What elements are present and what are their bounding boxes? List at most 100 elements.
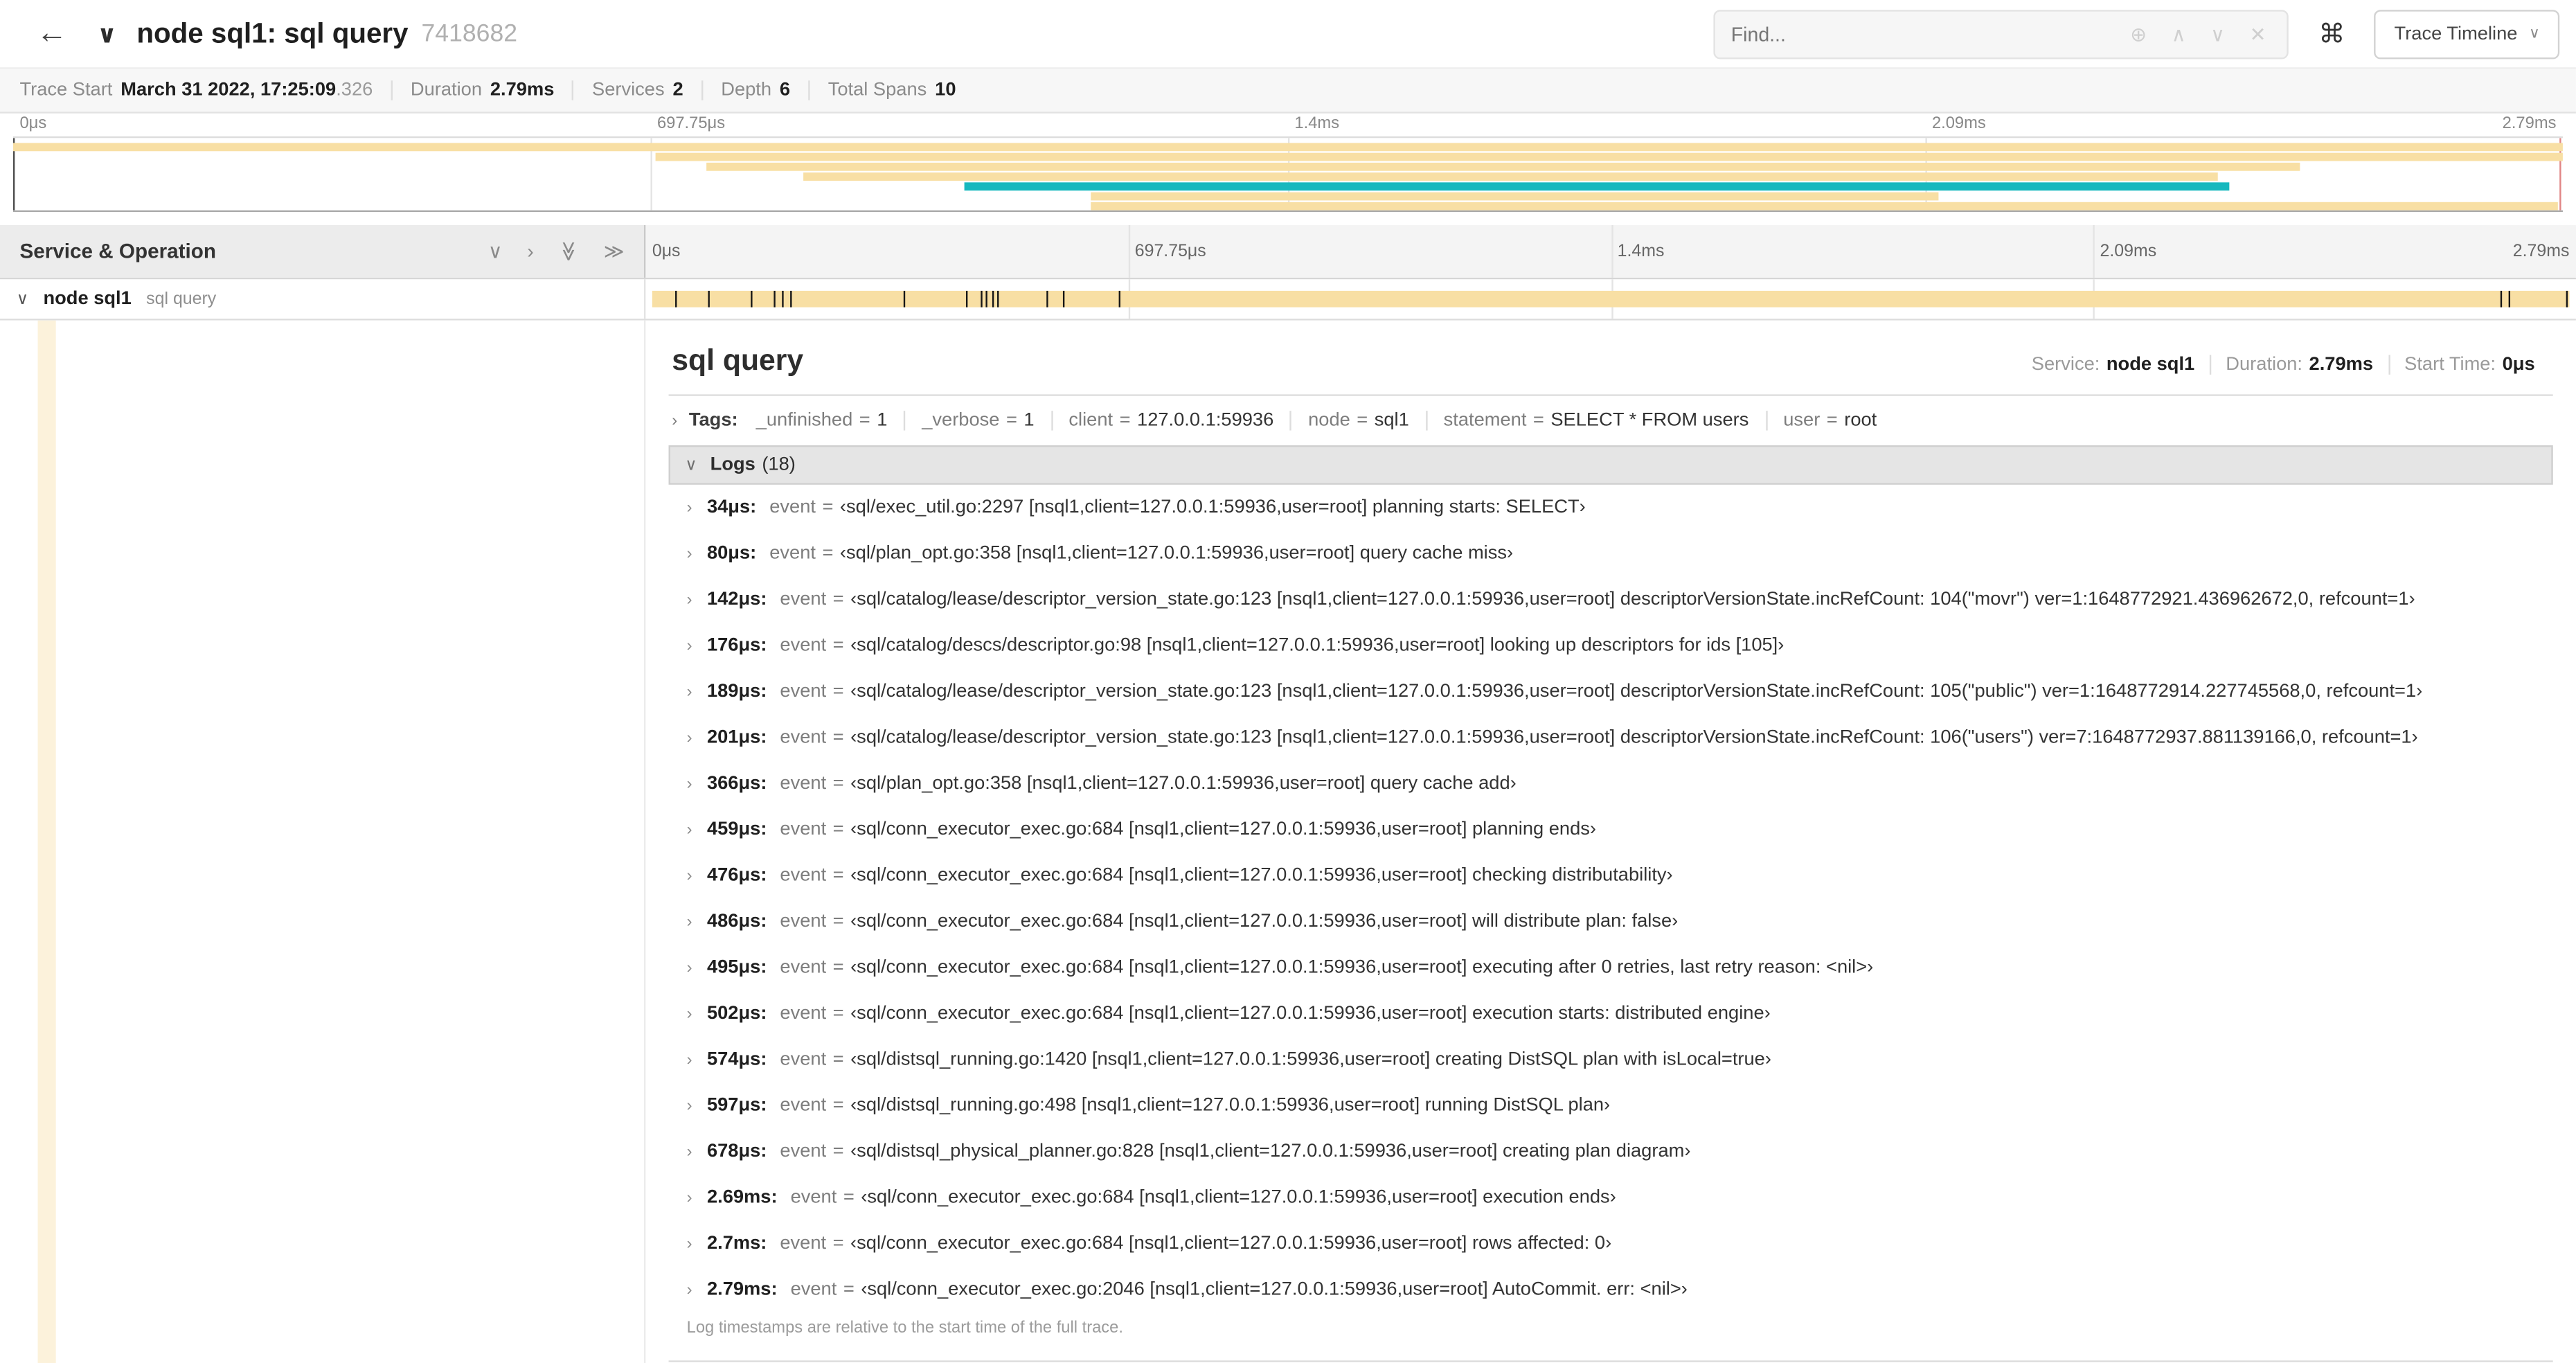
chevron-down-icon: ∨ bbox=[2529, 24, 2540, 42]
log-field-value: ‹sql/conn_executor_exec.go:684 [nsql1,cl… bbox=[850, 819, 1597, 839]
tags-accordion[interactable]: › Tags: _unfinished = 1 _verbose = 1 client = 12… bbox=[669, 396, 2553, 445]
meta-service-value: node sql1 bbox=[2106, 355, 2195, 375]
minimap-span-bar bbox=[12, 143, 2563, 152]
find-nav-icons: ⊕ ∧ ∨ ✕ bbox=[2109, 22, 2287, 45]
logs-footer-note: Log timestamps are relative to the start… bbox=[686, 1319, 1123, 1338]
log-row[interactable]: › 486μs: event = ‹sql/conn_executor_exec.go:… bbox=[669, 899, 2553, 945]
tag-key: client bbox=[1068, 411, 1113, 431]
log-timestamp: 80μs: bbox=[706, 543, 757, 563]
log-row[interactable]: › 495μs: event = ‹sql/conn_executor_exec.go:… bbox=[669, 945, 2553, 990]
log-marker-tick bbox=[790, 290, 792, 308]
log-fields: event = ‹sql/conn_executor_exec.go:684 [ns… bbox=[780, 956, 1873, 979]
collapse-all-icon[interactable]: ≫ bbox=[557, 241, 580, 262]
summary-label: Trace Start bbox=[19, 80, 113, 100]
search-focus-icon[interactable]: ⊕ bbox=[2130, 22, 2147, 45]
span-bar-track[interactable] bbox=[645, 279, 2576, 319]
log-row-chevron-icon: › bbox=[686, 729, 692, 747]
back-arrow-icon[interactable]: ← bbox=[26, 14, 78, 53]
timeline-gridline bbox=[2093, 225, 2095, 278]
log-fields: event = ‹sql/catalog/lease/descriptor_vers… bbox=[780, 587, 2415, 610]
log-field-key: event bbox=[780, 1233, 827, 1253]
summary-label: Services bbox=[591, 80, 665, 100]
next-match-icon[interactable]: ∨ bbox=[2210, 22, 2225, 45]
log-row[interactable]: › 80μs: event = ‹sql/plan_opt.go:358 [nsql1,… bbox=[669, 531, 2553, 576]
log-row[interactable]: › 459μs: event = ‹sql/conn_executor_exec.go:… bbox=[669, 807, 2553, 853]
log-row[interactable]: › 189μs: event = ‹sql/catalog/lease/descript… bbox=[669, 669, 2553, 715]
topbar-actions: ⊕ ∧ ∨ ✕ ⌘ Trace Timeline ∨ bbox=[1712, 9, 2560, 59]
logs-accordion-header[interactable]: ∨ Logs (18) bbox=[668, 445, 2553, 485]
clear-search-icon[interactable]: ✕ bbox=[2250, 22, 2266, 45]
summary-value: 10 bbox=[935, 80, 956, 100]
log-row[interactable]: › 2.7ms: event = ‹sql/conn_executor_exec.go:… bbox=[669, 1221, 2553, 1267]
span-collapse-chevron-icon[interactable]: ∨ bbox=[17, 290, 28, 308]
collapse-one-icon[interactable]: ∨ bbox=[488, 242, 503, 261]
log-timestamp: 2.79ms: bbox=[706, 1279, 778, 1299]
log-field-value: ‹sql/conn_executor_exec.go:684 [nsql1,cl… bbox=[850, 1233, 1612, 1253]
timeline-tick-label: 2.79ms bbox=[2512, 241, 2570, 262]
tags-expand-chevron-icon: › bbox=[672, 411, 678, 430]
equals-sign: = bbox=[822, 543, 834, 563]
trace-timeline-view-button[interactable]: Trace Timeline ∨ bbox=[2374, 9, 2560, 59]
meta-start-time: Start Time: 0μs bbox=[2388, 355, 2550, 375]
expand-one-icon[interactable]: › bbox=[527, 242, 533, 261]
log-fields: event = ‹sql/conn_executor_exec.go:684 [ns… bbox=[780, 864, 1672, 887]
minimap-canvas[interactable] bbox=[12, 136, 2563, 213]
page-title: node sql1: sql query bbox=[136, 17, 409, 48]
log-row[interactable]: › 2.69ms: event = ‹sql/conn_executor_exec.go… bbox=[669, 1175, 2553, 1220]
log-timestamp: 366μs: bbox=[706, 773, 767, 793]
tags-label: Tags: bbox=[688, 411, 738, 431]
trace-collapse-chevron-icon[interactable]: ∨ bbox=[97, 19, 117, 48]
meta-duration-label: Duration: bbox=[2226, 355, 2303, 375]
timeline-tick-label: 697.75μs bbox=[656, 115, 726, 134]
summary-label: Depth bbox=[721, 80, 772, 100]
log-row[interactable]: › 597μs: event = ‹sql/distsql_running.go:498… bbox=[669, 1083, 2553, 1128]
log-timestamp: 502μs: bbox=[706, 1003, 767, 1023]
log-fields: event = ‹sql/conn_executor_exec.go:684 [ns… bbox=[780, 1231, 1611, 1254]
span-duration-bar[interactable] bbox=[652, 290, 2570, 308]
keyboard-shortcuts-icon[interactable]: ⌘ bbox=[2312, 17, 2352, 50]
span-detail-title: sql query bbox=[672, 343, 804, 377]
log-timestamp: 201μs: bbox=[706, 727, 767, 747]
log-row[interactable]: › 201μs: event = ‹sql/catalog/lease/descript… bbox=[669, 715, 2553, 760]
log-row-chevron-icon: › bbox=[686, 682, 692, 701]
prev-match-icon[interactable]: ∧ bbox=[2172, 22, 2186, 45]
summary-item: Total Spans 10 bbox=[808, 80, 974, 100]
log-row[interactable]: › 476μs: event = ‹sql/conn_executor_exec.go:… bbox=[669, 853, 2553, 898]
log-marker-tick bbox=[1118, 290, 1120, 308]
log-row[interactable]: › 678μs: event = ‹sql/distsql_physical_plann… bbox=[669, 1129, 2553, 1175]
minimap-span-bar bbox=[803, 172, 2219, 181]
log-row[interactable]: › 574μs: event = ‹sql/distsql_running.go:142… bbox=[669, 1037, 2553, 1083]
log-row[interactable]: › 142μs: event = ‹sql/catalog/lease/descript… bbox=[669, 577, 2553, 623]
log-row[interactable]: › 366μs: event = ‹sql/plan_opt.go:358 [nsql1… bbox=[669, 760, 2553, 806]
equals-sign: = bbox=[832, 1049, 844, 1069]
log-row-chevron-icon: › bbox=[686, 1051, 692, 1069]
log-field-key: event bbox=[780, 727, 827, 747]
log-row[interactable]: › 2.79ms: event = ‹sql/conn_executor_exec.go… bbox=[669, 1267, 2553, 1312]
tag-value: SELECT * FROM users bbox=[1550, 411, 1749, 431]
log-timestamp: 678μs: bbox=[706, 1141, 767, 1161]
tag-item: node = sql1 bbox=[1290, 411, 1426, 431]
jaeger-trace-page: ← ∨ node sql1: sql query 7418682 ⊕ ∧ ∨ ✕… bbox=[0, 0, 2576, 1363]
trace-summary-bar: Trace Start March 31 2022, 17:25:09.326 Du… bbox=[0, 69, 2576, 114]
span-name-cell[interactable]: ∨ node sql1 sql query bbox=[0, 279, 646, 319]
span-service-name: node sql1 bbox=[43, 289, 132, 310]
tag-value: root bbox=[1844, 411, 1877, 431]
log-fields: event = ‹sql/distsql_running.go:498 [nsql1… bbox=[780, 1094, 1610, 1116]
log-row[interactable]: › 34μs: event = ‹sql/exec_util.go:2297 [nsql… bbox=[669, 485, 2553, 531]
meta-service: Service: node sql1 bbox=[2016, 355, 2209, 374]
find-group: ⊕ ∧ ∨ ✕ bbox=[1712, 9, 2289, 59]
log-marker-tick bbox=[980, 290, 982, 308]
find-input[interactable] bbox=[1715, 22, 2109, 46]
logs-collapse-chevron-icon: ∨ bbox=[685, 456, 697, 474]
log-marker-tick bbox=[991, 290, 994, 308]
expand-all-icon[interactable]: ≫ bbox=[604, 242, 625, 261]
log-row[interactable]: › 176μs: event = ‹sql/catalog/descs/descript… bbox=[669, 623, 2553, 668]
span-row: ∨ node sql1 sql query bbox=[0, 279, 2576, 321]
summary-label: Duration bbox=[410, 80, 483, 100]
log-marker-tick bbox=[1047, 290, 1049, 308]
log-timestamp: 189μs: bbox=[706, 681, 767, 701]
log-fields: event = ‹sql/catalog/lease/descriptor_vers… bbox=[780, 679, 2422, 702]
log-fields: event = ‹sql/conn_executor_exec.go:684 [ns… bbox=[780, 817, 1596, 840]
log-row[interactable]: › 502μs: event = ‹sql/conn_executor_exec.go:… bbox=[669, 991, 2553, 1037]
equals-sign: = bbox=[832, 911, 844, 931]
